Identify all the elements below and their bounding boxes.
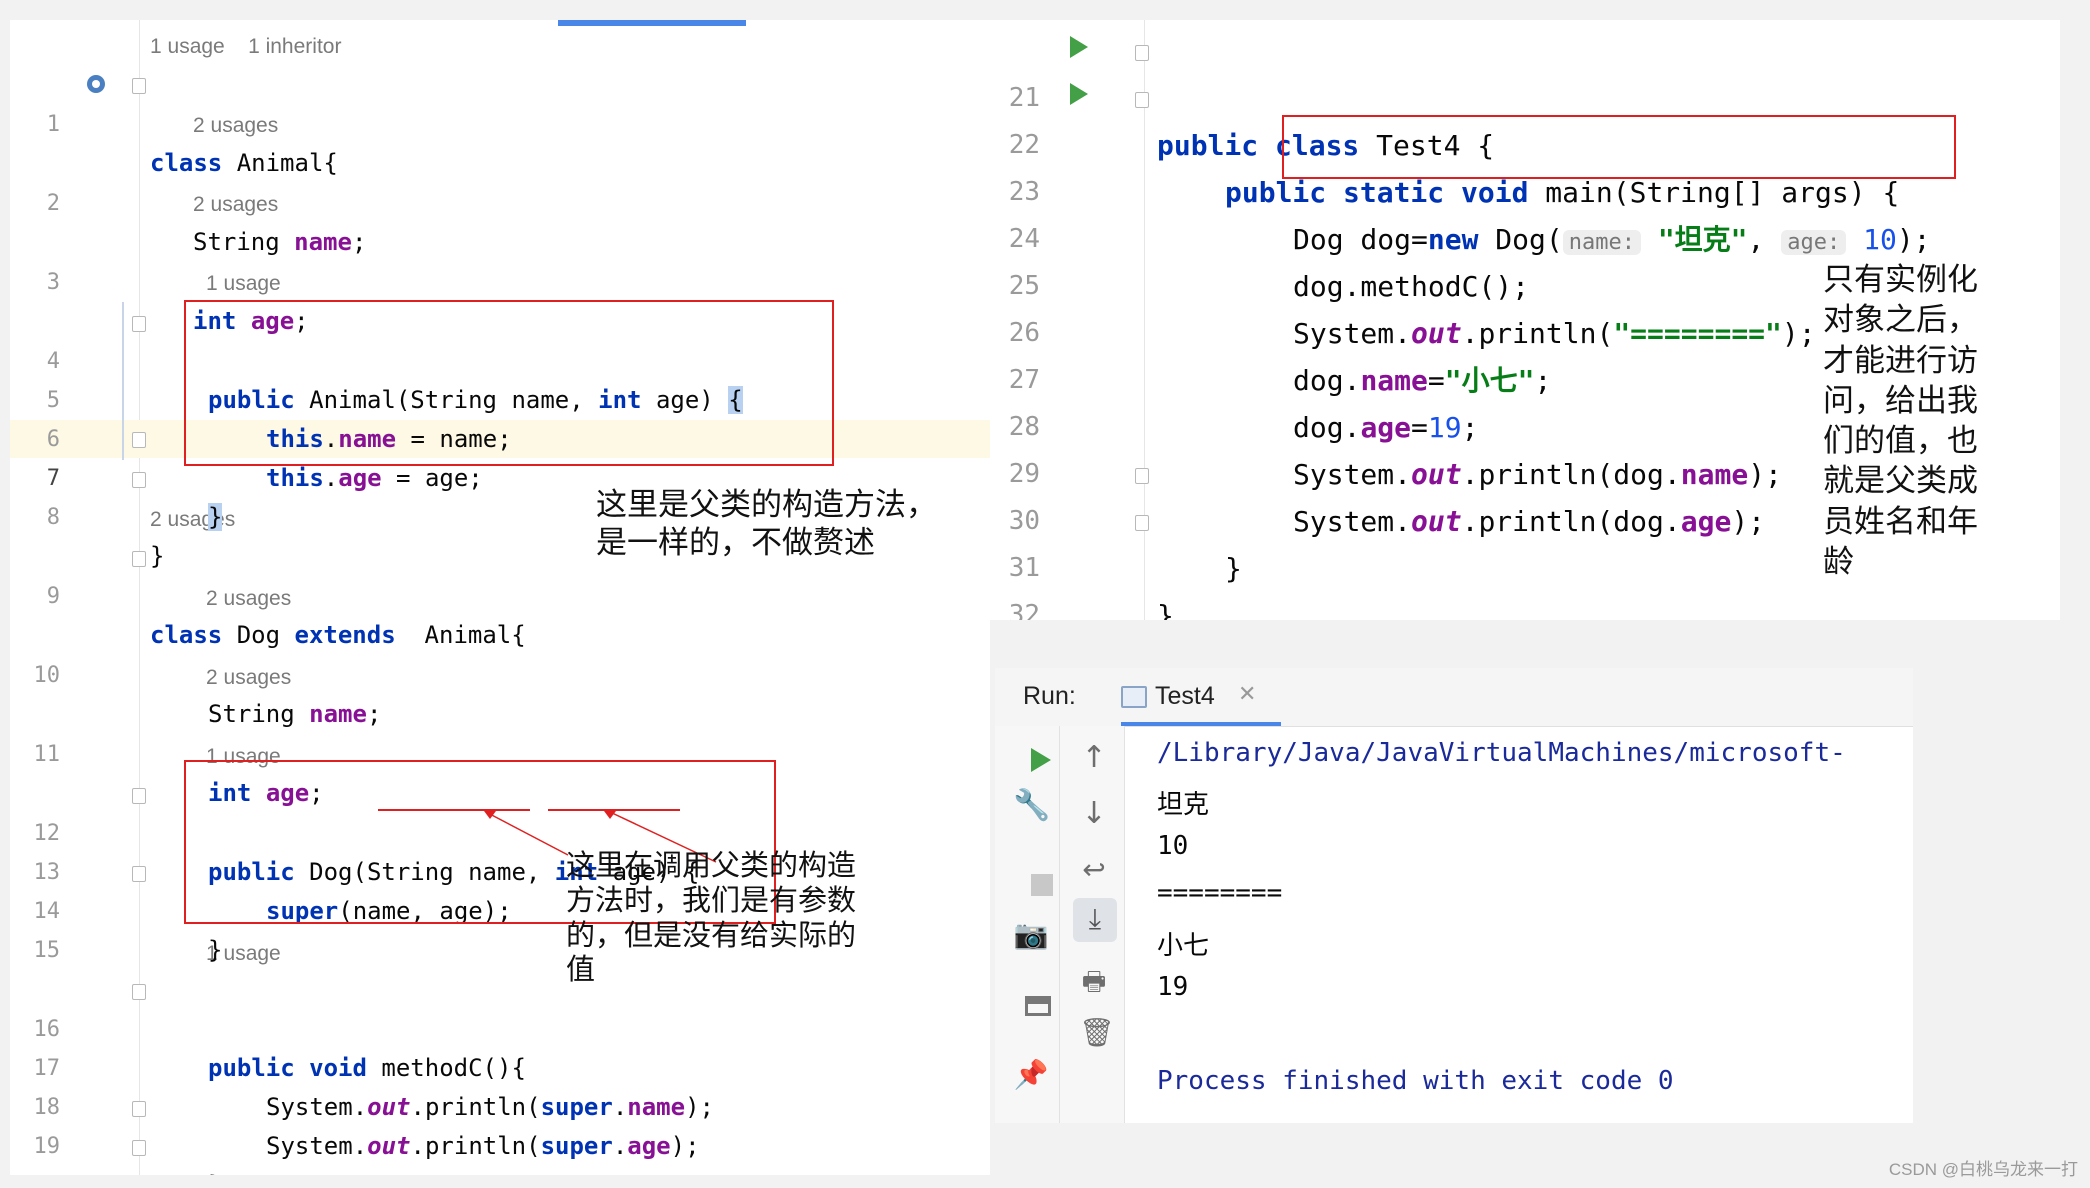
arrow-head [604, 811, 616, 819]
watermark: CSDN @白桃乌龙来一打 [1888, 1160, 2078, 1179]
arrow-line [485, 811, 569, 856]
arrow-head [484, 811, 496, 819]
annotation-instantiate: 只有实例化 对象之后， 才能进行访 问，给出我 们的值，也 就是父类成 员姓名和… [1823, 262, 1978, 581]
annotation-parent-constructor: 这里是父类的构造方法， 是一样的，不做赘述 [596, 487, 937, 562]
annotation-super-call: 这里在调用父类的构造 方法时，我们是有参数 的，但是没有给实际的 值 [566, 848, 857, 987]
annotation-arrows [378, 809, 717, 863]
